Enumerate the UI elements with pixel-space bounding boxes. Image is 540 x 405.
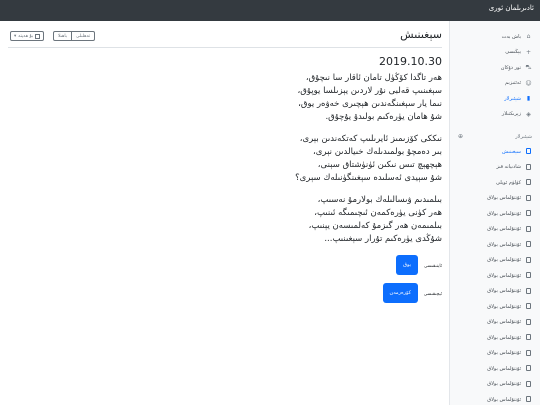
chevron-down-icon: ▾ [14,33,17,39]
poem-line: شۇ ھامان يۈرەكىم بولىدۇ يۇچۇق. [325,112,442,122]
document-icon [525,365,532,372]
sidebar-post-item[interactable]: سېغىنىش [450,144,540,160]
calendar-icon [35,33,41,39]
chart-icon: ▮ [526,95,531,103]
sidebar-post-item[interactable]: كۈلۈم ئويلى [450,175,540,191]
comment-button[interactable]: كۆرەرمەن [382,283,418,303]
sidebar-post-item[interactable]: ئۇنتۇلماس بولاق [450,253,540,269]
poem-line: بىلمىدىم ۋىسالىلەك بولارمۇ نەسىپ، [317,195,442,205]
top-navbar: ئادىرىلمان ئورى [0,0,540,21]
sidebar: باش بەت ⌂ يېڭىسى + تور دۇكان ⛍ ئەئتىزىم … [449,21,540,405]
poem-line: نىككى كۆزىمىز ئايرىلىپ كەتكەندىن بېرى، [299,134,442,144]
sidebar-post-item[interactable]: ئۇنتۇلماس بولاق [450,268,540,284]
document-icon [525,380,532,388]
sidebar-post-item[interactable]: شادىيانە قىز [450,160,540,176]
sidebar-post-item[interactable]: ئۇنتۇلماس بولاق [450,299,540,315]
page-header: سېغىنىش باھىلا تەھلىلى ▾ بۇ ھەپتە [8,27,442,48]
document-icon [525,272,532,279]
sidebar-post-item[interactable]: ئۇنتۇلماس بولاق [450,222,540,238]
period-dropdown-label: بۇ ھەپتە [18,33,34,39]
cart-icon: ⛍ [525,64,532,72]
sidebar-item-shop[interactable]: تور دۇكان ⛍ [450,60,540,76]
like-button[interactable]: يوق [396,255,418,275]
document-icon [525,256,532,264]
poem-line: ھەر تاگدا كۆڭۈل تامان ئاقار سا نىچۇق، [305,73,442,83]
poem-line: ھەر كۈنى يۈرەكمەن ئىچىمىگە ئىنىپ، [314,208,442,218]
share-button[interactable]: تەھلىلى [72,31,96,41]
sidebar-post-item[interactable]: ئۇنتۇلماس بولاق [450,315,540,331]
post-date: 2019.10.30 [379,55,442,68]
sidebar-post-item[interactable]: ئۇنتۇلماس بولاق [450,346,540,362]
sidebar-post-item[interactable]: ئۇنتۇلماس بولاق [450,377,540,393]
sidebar-post-list: سېغىنىش شادىيانە قىز كۈلۈم ئويلى ئۇنتۇلماس … [450,144,540,405]
document-icon [525,303,532,310]
document-icon [525,241,532,248]
document-icon [525,179,532,186]
sidebar-item-integrations[interactable]: زېرىكتىلار ◈ [450,107,540,123]
users-icon: ☺ [525,79,532,87]
sidebar-item-new[interactable]: يېڭىسى + [450,45,540,61]
post-content: 2019.10.30 ھەر تاگدا كۆڭۈل تامان ئاقار س… [12,55,442,309]
sidebar-heading: شېئىرلار ⊕ [450,130,540,144]
like-label: ئاينىقىسى [424,264,442,269]
sidebar-post-item[interactable]: ئۇنتۇلماس بولاق [450,206,540,222]
comment-label: ئېچىقىسى [423,292,442,297]
period-dropdown[interactable]: ▾ بۇ ھەپتە [10,31,45,41]
poem-line: نىما يار سېغىنگەندىن ھېچىرى خەۋەر يوق، [298,99,442,109]
document-icon [525,210,532,217]
sidebar-post-item[interactable]: ئۇنتۇلماس بولاق [450,284,540,300]
page-title: سېغىنىش [400,28,442,41]
poem-line: شۇڭدى يۈرەكىم تۇرار سېغىنىپ... [324,234,442,244]
plus-icon: + [525,48,532,56]
document-icon [525,334,532,341]
document-icon [525,318,532,326]
document-icon [525,194,532,202]
poem-line: بىلمىمەن ھەر گىزمۇ كەلمىسەن يېنىپ، [308,221,442,231]
add-post-icon[interactable]: ⊕ [458,130,463,144]
document-icon [525,163,532,171]
poem-line: سېغىنىپ قەلبى نۇر لاردىن يېزىلسا يوپۇق، [297,86,442,96]
comment-row: ئېچىقىسى كۆرەرمەن [12,283,442,309]
like-row: ئاينىقىسى يوق [12,255,442,281]
document-icon [525,287,532,295]
sidebar-post-item[interactable]: ئۇنتۇلماس بولاق [450,237,540,253]
document-icon [525,225,532,233]
main-content: سېغىنىش باھىلا تەھلىلى ▾ بۇ ھەپتە 2019.1… [0,21,450,405]
poem-stanza: نىككى كۆزىمىز ئايرىلىپ كەتكەندىن بېرى، ب… [12,133,442,185]
poem-line: بىر دەمچۇ بولمىدىلەك خىيالدىن نېرى، [312,147,442,157]
app-brand[interactable]: ئادىرىلمان ئورى [489,4,534,12]
home-icon: ⌂ [526,33,531,41]
sidebar-item-home[interactable]: باش بەت ⌂ [450,29,540,45]
sidebar-post-item[interactable]: ئۇنتۇلماس بولاق [450,361,540,377]
poem-line: شۇ سېيدى ئەسلىدە سېغىنگۈنىلەك سېرى؟ [295,173,442,183]
document-icon [525,148,532,155]
sidebar-post-item[interactable]: ئۇنتۇلماس بولاق [450,330,540,346]
header-button-group: باھىلا تەھلىلى [53,31,96,41]
sidebar-item-users[interactable]: ئەئتىزىم ☺ [450,76,540,92]
layers-icon: ◈ [526,110,531,118]
sidebar-post-item[interactable]: ئۇنتۇلماس بولاق [450,191,540,207]
sidebar-post-item[interactable]: ئۇنتۇلماس بولاق [450,392,540,405]
export-button[interactable]: باھىلا [53,31,73,41]
poem-line: ھېچھېچ تىس نىكىن ئۈنۈشتاق سېنى، [317,160,442,170]
sidebar-item-poems[interactable]: شېئىرلار ▮ [450,91,540,107]
poem-stanza: ھەر تاگدا كۆڭۈل تامان ئاقار سا نىچۇق، سې… [12,72,442,124]
poem-stanza: بىلمىدىم ۋىسالىلەك بولارمۇ نەسىپ، ھەر كۈ… [12,194,442,246]
document-icon [525,349,532,357]
document-icon [525,396,532,403]
